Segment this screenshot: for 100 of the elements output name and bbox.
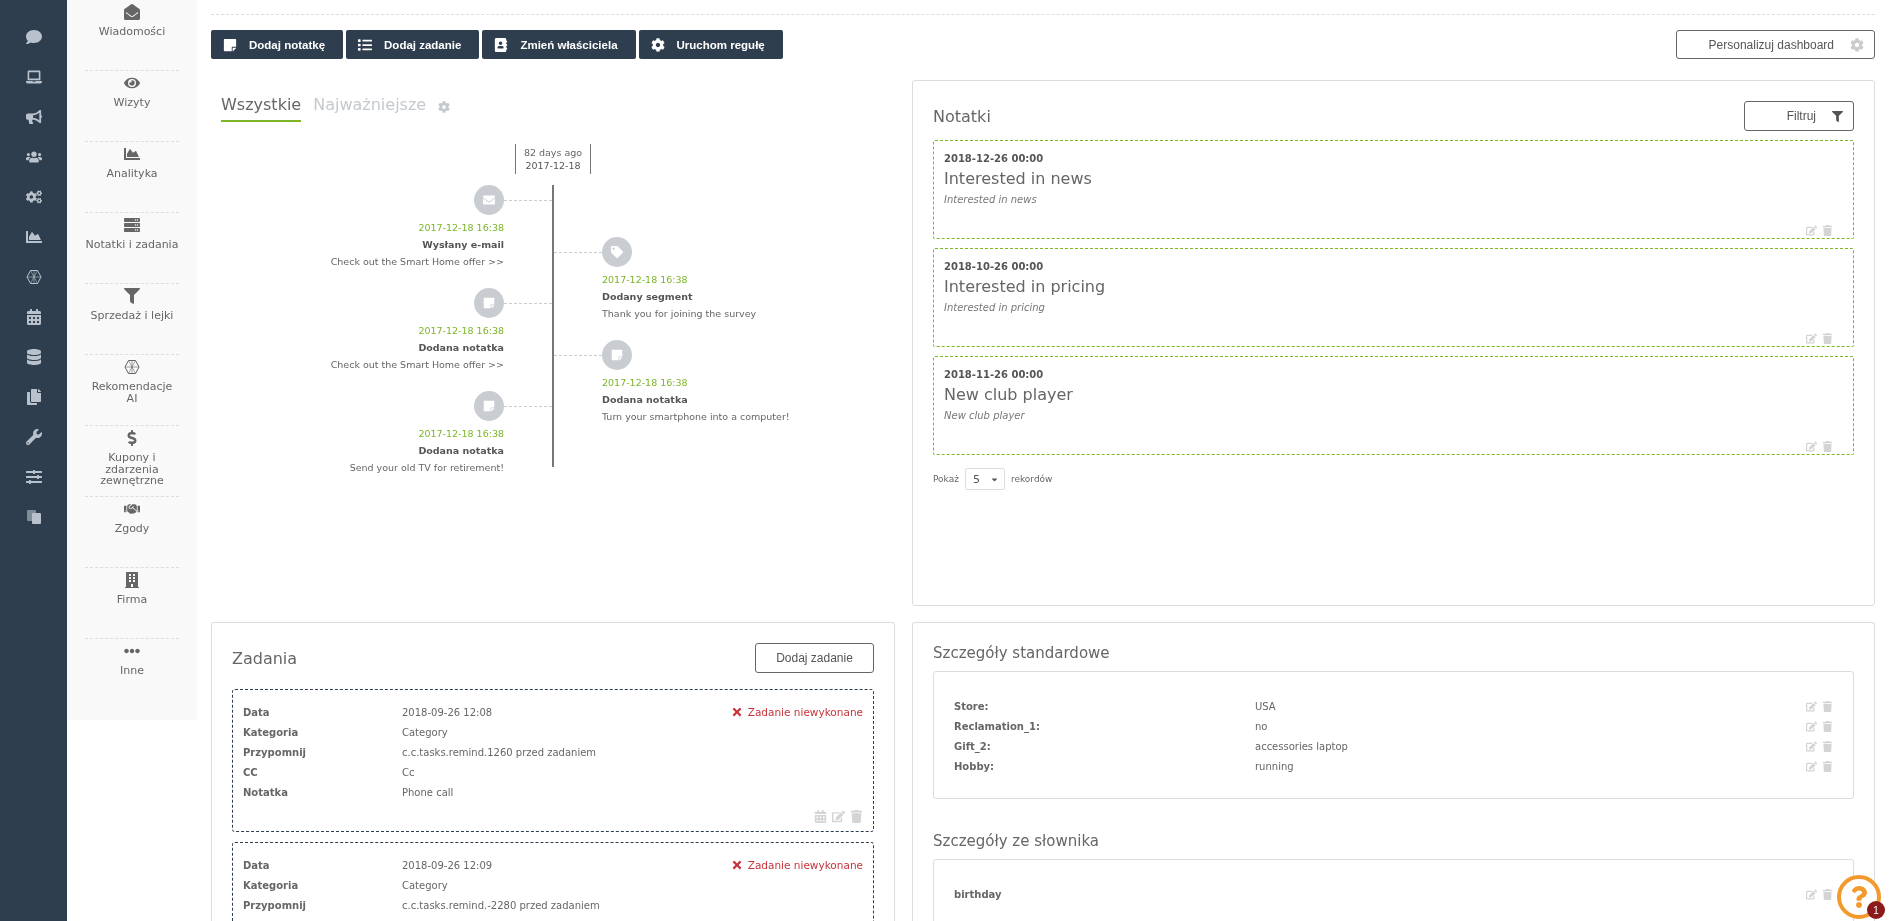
trash-icon[interactable] [1822,720,1833,732]
trash-icon[interactable] [1822,700,1833,712]
trash-icon[interactable] [1822,760,1833,772]
detail-label: Gift_2: [954,740,992,752]
section-title: Szczegóły ze słownika [933,831,1101,851]
event-title: Dodana notatka [418,341,504,355]
submenu-item[interactable]: Rekomendacje AI [85,355,179,426]
detail-value: no [1255,720,1269,732]
submenu-item[interactable]: Zgody [85,497,179,568]
event-text: Check out the Smart Home offer >> [330,358,504,372]
trash-icon[interactable] [1822,441,1833,452]
edit-icon[interactable] [1806,441,1817,452]
add-task-button[interactable]: Dodaj zadanie [755,643,874,673]
gears-icon[interactable] [25,189,42,205]
two-pages-icon[interactable] [25,509,42,525]
event-text: Turn your smartphone into a computer! [602,409,790,424]
area-chart-icon [124,146,140,162]
event-time: 2017-12-18 16:38 [602,375,688,390]
notification-badge: 1 [1867,901,1885,919]
panel-title: Zadania [232,648,298,668]
field-label: Notatka [243,786,289,798]
field-value: 2018-09-26 12:09 [402,859,494,871]
detail-value: running [1255,760,1295,772]
database-icon[interactable] [25,349,42,365]
field-label: Data [243,859,271,871]
edit-icon[interactable] [1806,225,1817,236]
field-value: Category [402,726,449,738]
wrench-icon[interactable] [25,429,42,445]
field-value: c.c.tasks.remind.-2280 przed zadaniem [402,899,601,911]
submenu-item[interactable]: Notatki i zadania [85,213,179,284]
field-value: Phone call [402,786,455,798]
hexagon-icon [124,359,140,375]
detail-label: Reclamation_1: [954,720,1041,732]
action-button[interactable]: Dodaj notatkę [211,30,344,59]
field-label: Przypomnij [243,746,308,758]
submenu-item[interactable]: Firma [85,568,179,639]
submenu-item[interactable]: Kupony i zdarzenia zewnętrzne [85,426,179,497]
documents-icon[interactable] [25,389,42,405]
note-date: 2018-11-26 00:00 [944,369,1045,380]
note-text: Interested in news [944,194,1038,205]
megaphone-icon[interactable] [25,109,42,125]
event-title: Dodana notatka [418,444,504,458]
edit-icon[interactable] [1806,740,1817,752]
submenu-item[interactable]: Analityka [85,142,179,213]
speech-bubble-icon[interactable] [25,29,42,45]
event-title: Dodany segment [602,289,693,304]
tab[interactable]: Wszystkie [221,95,302,122]
note-date: 2018-12-26 00:00 [944,153,1045,164]
note-title: Interested in pricing [944,277,1107,296]
trash-icon[interactable] [1822,740,1833,752]
edit-icon[interactable] [1806,720,1817,732]
event-time: 2017-12-18 16:38 [602,272,688,287]
note-date: 2018-10-26 00:00 [944,261,1045,272]
trash-icon[interactable] [1822,225,1833,236]
event-time: 2017-12-18 16:38 [418,221,504,235]
trash-icon[interactable] [1822,333,1833,344]
edit-icon[interactable] [1806,700,1817,712]
event-text: Check out the Smart Home offer >> [330,255,504,269]
status-text: Zadanie niewykonane [747,706,863,718]
submenu-item[interactable]: Sprzedaż i lejki [85,284,179,355]
field-label: Kategoria [243,879,300,891]
page-size-select[interactable]: 5 [964,468,1005,490]
contact-card-icon [494,37,509,52]
field-value: 2018-09-26 12:08 [402,706,494,718]
submenu-item[interactable]: Wiadomości [85,0,179,71]
laptop-icon[interactable] [25,69,42,85]
funnel-icon [1832,110,1843,122]
settings-icon [650,37,665,52]
submenu-item[interactable]: Inne [85,639,179,710]
hexagon-icon[interactable] [25,269,42,285]
calendar-icon[interactable] [25,309,42,325]
settings-icon [1850,37,1864,52]
filter-button[interactable]: Filtruj [1744,101,1854,131]
personalize-button[interactable]: Personalizuj dashboard [1676,30,1875,59]
tag-icon [611,245,623,258]
edit-icon[interactable] [832,810,845,823]
submenu-item[interactable]: Wizyty [85,71,179,142]
field-label: Kategoria [243,726,300,738]
detail-label: birthday [954,888,1003,900]
edit-icon[interactable] [1806,333,1817,344]
note-icon [223,37,237,52]
field-label: Data [243,706,271,718]
sliders-icon[interactable] [25,469,42,485]
action-button[interactable]: Zmień właściciela [482,30,636,59]
section-title: Szczegóły standardowe [933,643,1111,663]
people-icon[interactable] [25,149,42,165]
cross-icon [730,859,743,871]
field-value: Category [402,879,449,891]
action-button[interactable]: Dodaj zadanie [346,30,480,59]
action-button[interactable]: Uruchom regułę [638,30,783,59]
note-text: New club player [944,410,1026,421]
trash-icon[interactable] [1822,888,1833,900]
server-icon [124,217,140,233]
building-icon [124,572,140,588]
area-chart-icon[interactable] [25,229,42,245]
list-icon [358,37,373,52]
trash-icon[interactable] [850,810,863,823]
edit-icon[interactable] [1806,760,1817,772]
detail-value: USA [1255,700,1277,712]
edit-icon[interactable] [1806,888,1817,900]
